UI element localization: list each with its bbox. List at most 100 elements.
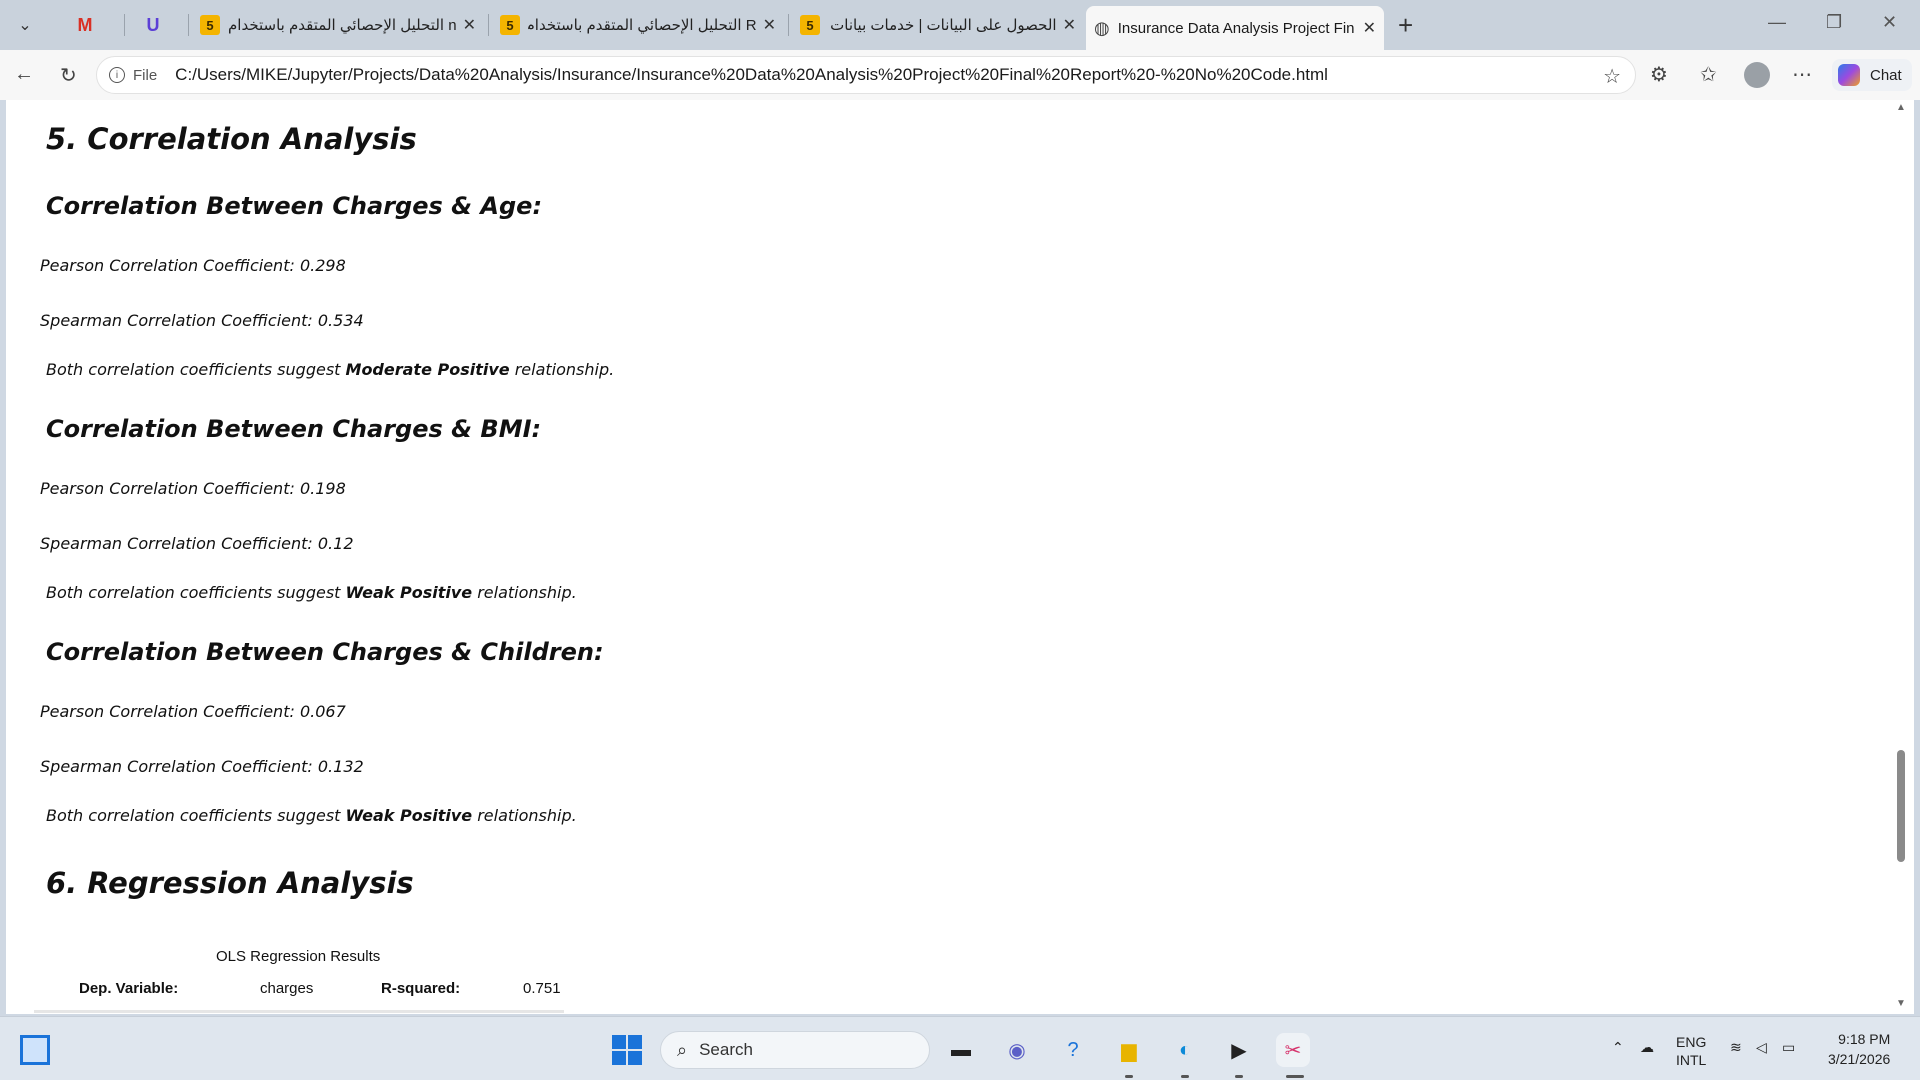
close-icon[interactable]: ✕	[763, 15, 776, 35]
tab-favicon: 5	[800, 15, 820, 35]
running-indicator	[1125, 1075, 1133, 1078]
copilot-icon	[1838, 64, 1860, 86]
teams-chat-icon[interactable]: ◉	[1000, 1033, 1034, 1067]
age-pearson: Pearson Correlation Coefficient: 0.298	[40, 256, 346, 275]
taskbar-search[interactable]: ⌕ Search	[660, 1031, 930, 1069]
task-view-icon[interactable]: ▬	[944, 1033, 978, 1067]
running-indicator	[1286, 1075, 1304, 1078]
browser-toolbar: ← ↻ i File C:/Users/MIKE/Jupyter/Project…	[0, 50, 1920, 100]
media-player-icon[interactable]: ▶	[1222, 1033, 1256, 1067]
section-title-correlation: 5. Correlation Analysis	[46, 122, 417, 156]
address-bar[interactable]: i File C:/Users/MIKE/Jupyter/Projects/Da…	[96, 56, 1636, 94]
page-viewport: 5. Correlation Analysis Correlation Betw…	[6, 100, 1914, 1014]
reload-icon: ↻	[60, 65, 77, 87]
section-title-regression: 6. Regression Analysis	[46, 866, 414, 900]
chat-label: Chat	[1870, 66, 1902, 84]
extensions-icon[interactable]: ⚙	[1650, 62, 1668, 87]
keyboard-layout: INTL	[1676, 1052, 1707, 1068]
tab-title: n التحليل الإحصائي المتقدم باستخدام	[228, 17, 457, 34]
tab-actions-menu-button[interactable]: ⌄	[8, 8, 42, 42]
tab-title: الحصول على البيانات | خدمات بيانات	[830, 17, 1057, 34]
star-icon[interactable]: ☆	[1603, 64, 1621, 89]
gmail-icon: M	[77, 14, 93, 35]
scroll-thumb[interactable]	[1897, 750, 1905, 862]
age-spearman: Spearman Correlation Coefficient: 0.534	[40, 311, 364, 330]
tab-title: R التحليل الإحصائي المتقدم باستخدام	[528, 17, 757, 34]
tab-insurance-report[interactable]: ◍ Insurance Data Analysis Project Fin ✕	[1086, 6, 1384, 50]
ols-dep-value: charges	[260, 980, 314, 997]
heading-age: Correlation Between Charges & Age:	[46, 192, 543, 220]
widgets-icon[interactable]	[20, 1035, 50, 1065]
clock-date: 3/21/2026	[1828, 1051, 1891, 1067]
favorites-icon[interactable]: ✩	[1700, 62, 1717, 87]
heading-children: Correlation Between Charges & Children:	[46, 638, 604, 666]
minimize-button[interactable]: —	[1768, 12, 1786, 33]
children-strength: Weak Positive	[345, 806, 473, 825]
page-scrollbar[interactable]: ▲ ▼	[1894, 100, 1908, 1014]
info-icon[interactable]: i	[109, 67, 125, 83]
back-button[interactable]: ←	[14, 63, 34, 86]
battery-icon[interactable]: ▭	[1782, 1039, 1795, 1056]
profile-avatar[interactable]	[1744, 62, 1770, 88]
running-indicator	[1181, 1075, 1189, 1078]
onedrive-icon[interactable]: ☁	[1640, 1039, 1654, 1056]
new-tab-button[interactable]: +	[1398, 10, 1413, 41]
scroll-down-arrow[interactable]: ▼	[1894, 998, 1908, 1009]
search-icon: ⌕	[677, 1039, 688, 1060]
children-pearson: Pearson Correlation Coefficient: 0.067	[40, 702, 346, 721]
start-button[interactable]	[612, 1035, 642, 1065]
language-code: ENG	[1676, 1034, 1707, 1050]
clock[interactable]: 9:18 PM 3/21/2026	[1828, 1029, 1890, 1069]
scroll-up-arrow[interactable]: ▲	[1894, 102, 1908, 113]
url-text[interactable]: C:/Users/MIKE/Jupyter/Projects/Data%20An…	[175, 65, 1328, 85]
arrow-left-icon: ←	[14, 63, 34, 85]
tab-statistics-1[interactable]: 5 n التحليل الإحصائي المتقدم باستخدام ✕	[192, 8, 484, 42]
ols-dep-label: Dep. Variable:	[79, 980, 179, 997]
edge-icon[interactable]: ◐	[1168, 1033, 1202, 1067]
tab-strip: ⌄ M U 5 n التحليل الإحصائي المتقدم باستخ…	[0, 0, 1920, 50]
tab-statistics-r[interactable]: 5 R التحليل الإحصائي المتقدم باستخدام ✕	[492, 8, 784, 42]
tab-separator	[124, 14, 125, 36]
age-strength: Moderate Positive	[345, 360, 510, 379]
globe-icon: ◍	[1094, 17, 1110, 38]
close-icon[interactable]: ✕	[463, 15, 476, 35]
tab-favicon: 5	[200, 15, 220, 35]
search-placeholder: Search	[699, 1040, 753, 1059]
tab-separator	[488, 14, 489, 36]
age-summary: Both correlation coefficients suggest Mo…	[46, 360, 615, 379]
tab-separator	[188, 14, 189, 36]
close-icon[interactable]: ✕	[1063, 15, 1076, 35]
tab-favicon: 5	[500, 15, 520, 35]
help-icon[interactable]: ?	[1056, 1033, 1090, 1067]
ols-table-border	[34, 1010, 564, 1013]
close-window-button[interactable]: ✕	[1882, 12, 1897, 33]
ols-caption: OLS Regression Results	[216, 948, 381, 965]
tab-separator	[788, 14, 789, 36]
ols-r2-value: 0.751	[523, 980, 561, 997]
bmi-strength: Weak Positive	[345, 583, 473, 602]
wifi-icon[interactable]: ≋	[1730, 1039, 1742, 1056]
more-menu-icon[interactable]: ⋯	[1792, 62, 1812, 87]
chevron-down-icon: ⌄	[18, 17, 32, 34]
bmi-spearman: Spearman Correlation Coefficient: 0.12	[40, 534, 354, 553]
chevron-up-icon[interactable]: ⌃	[1612, 1039, 1624, 1056]
restore-button[interactable]: ❐	[1826, 12, 1842, 33]
volume-icon[interactable]: ◁	[1756, 1039, 1767, 1056]
bmi-summary: Both correlation coefficients suggest We…	[46, 583, 577, 602]
children-spearman: Spearman Correlation Coefficient: 0.132	[40, 757, 364, 776]
pinned-tab-udemy[interactable]: U	[138, 10, 168, 40]
taskbar: ⌕ Search ▬ ◉ ? ▆ ◐ ▶ ✂ ⌃ ☁ ENG INTL ≋ ◁ …	[0, 1016, 1920, 1080]
reload-button[interactable]: ↻	[60, 63, 77, 88]
tab-title: Insurance Data Analysis Project Fin	[1117, 19, 1355, 37]
close-icon[interactable]: ✕	[1363, 18, 1376, 38]
tab-data-services[interactable]: 5 الحصول على البيانات | خدمات بيانات ✕	[792, 8, 1084, 42]
ols-r2-label: R-squared:	[381, 980, 461, 997]
udemy-icon: U	[146, 14, 160, 35]
copilot-chat-button[interactable]: Chat	[1832, 59, 1912, 91]
running-indicator	[1235, 1075, 1243, 1078]
snipping-tool-icon[interactable]: ✂	[1276, 1033, 1310, 1067]
file-explorer-icon[interactable]: ▆	[1112, 1033, 1146, 1067]
language-indicator[interactable]: ENG INTL	[1676, 1033, 1706, 1069]
bmi-pearson: Pearson Correlation Coefficient: 0.198	[40, 479, 346, 498]
pinned-tab-gmail[interactable]: M	[70, 10, 100, 40]
